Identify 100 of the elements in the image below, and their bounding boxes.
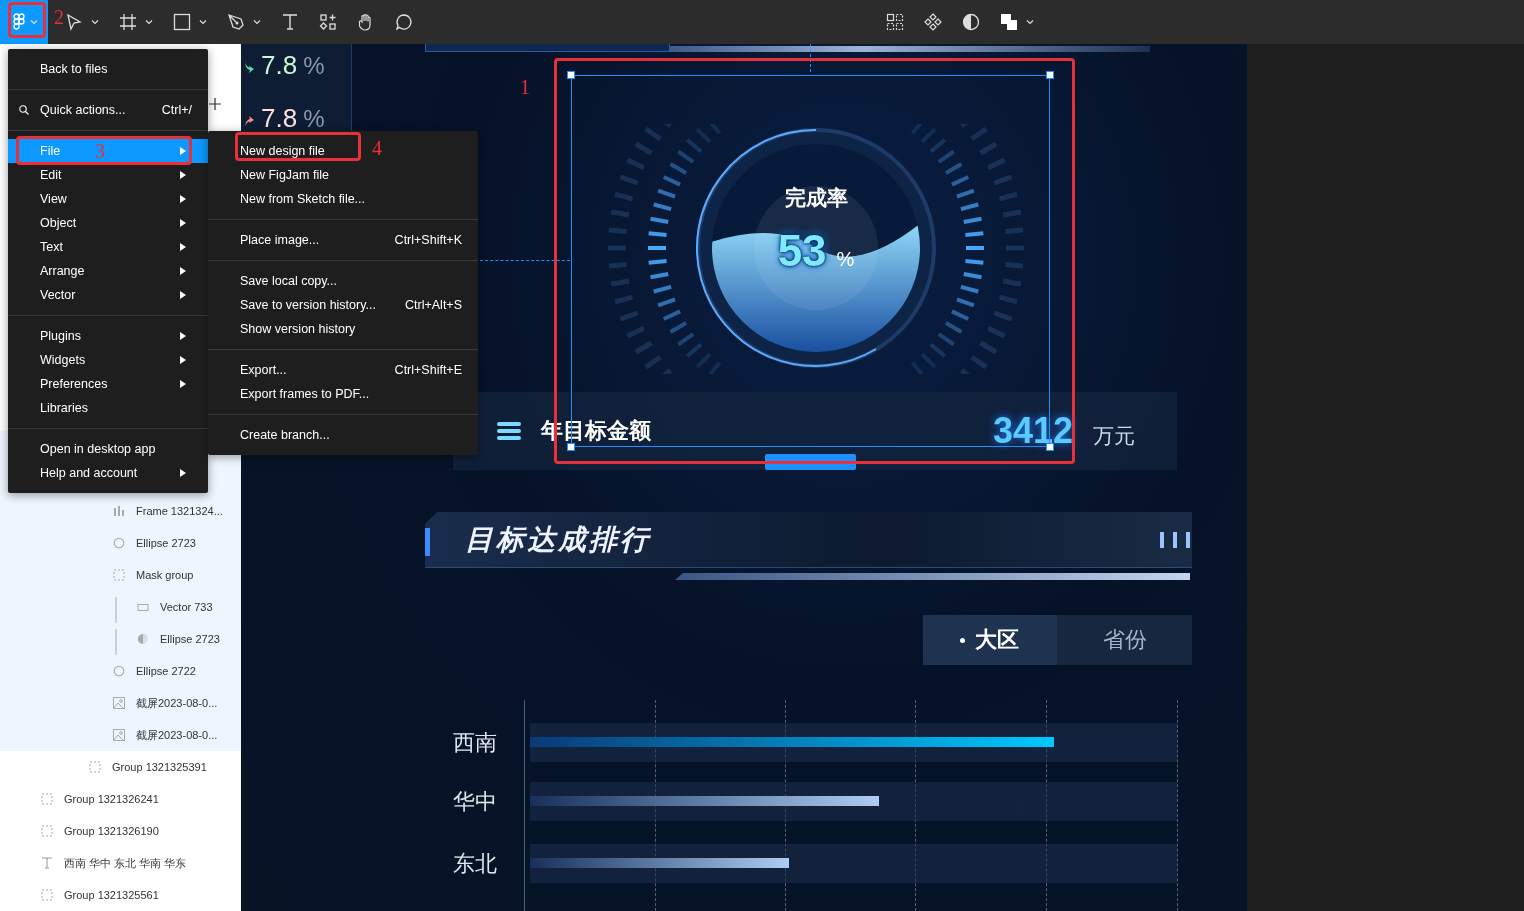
guide-line — [810, 44, 811, 72]
comment-icon[interactable] — [395, 13, 413, 31]
layer-row[interactable]: Group 1321325561 — [0, 879, 241, 911]
text-tool-icon[interactable] — [281, 13, 299, 31]
menu-item[interactable]: Back to files — [8, 57, 208, 81]
layer-row[interactable]: Ellipse 2723 — [0, 623, 241, 655]
frame-icon — [112, 504, 126, 518]
search-icon — [19, 105, 29, 115]
contrast-icon[interactable] — [962, 13, 980, 31]
tab[interactable]: 省份 — [1058, 615, 1192, 665]
region-label: 东北 — [453, 850, 498, 878]
layer-row[interactable]: 截屏2023-08-0... — [0, 687, 241, 719]
caret-icon[interactable] — [91, 19, 99, 25]
menu-item[interactable]: Libraries — [8, 396, 208, 420]
menu-item[interactable]: Show version history — [208, 317, 356, 341]
layer-row[interactable]: 截屏2023-08-0... — [0, 719, 241, 751]
half-circle-icon — [136, 632, 150, 646]
layer-row[interactable]: Frame 1321324... — [0, 495, 241, 527]
layer-name: Group 1321326241 — [64, 793, 159, 805]
text-icon — [40, 856, 54, 870]
menu-item[interactable]: New from Sketch file... — [208, 187, 366, 211]
layer-row[interactable]: Ellipse 2723 — [0, 527, 241, 559]
layer-row[interactable]: Vector 733 — [0, 591, 241, 623]
layer-name: 截屏2023-08-0... — [136, 727, 218, 743]
layer-row[interactable]: Mask group — [0, 559, 241, 591]
menu-item-label: Back to files — [40, 62, 108, 76]
menu-item[interactable]: Widgets — [8, 348, 208, 372]
annotation-number: 4 — [372, 138, 382, 158]
layer-name: Mask group — [136, 569, 194, 581]
menu-item[interactable]: Export frames to PDF... — [208, 382, 370, 406]
plus-icon[interactable] — [209, 98, 221, 110]
layer-name: Ellipse 2723 — [136, 537, 196, 549]
menu-item[interactable]: View — [8, 187, 208, 211]
caret-icon[interactable] — [1026, 19, 1034, 25]
menu-item[interactable]: Text — [8, 235, 208, 259]
menu-item[interactable]: Plugins — [8, 324, 208, 348]
menu-item-label: View — [40, 192, 67, 206]
menu-item-label: New FigJam file — [240, 168, 329, 182]
layer-name: 西南 华中 东北 华南 华东 — [64, 855, 187, 871]
menu-item-label: Export frames to PDF... — [240, 387, 370, 401]
layer-row[interactable]: Group 1321325391 — [0, 751, 241, 783]
menu-item[interactable]: Export... Ctrl+Shift+E — [208, 358, 478, 382]
menu-item-label: Save local copy... — [240, 274, 338, 288]
menu-item-label: Quick actions... — [40, 103, 126, 117]
layer-name: Frame 1321324... — [136, 505, 223, 517]
frame-tool-icon[interactable] — [119, 13, 137, 31]
menu-item[interactable]: Help and account — [8, 461, 208, 485]
menu-item[interactable]: Object — [8, 211, 208, 235]
menu-item[interactable]: Edit — [8, 163, 208, 187]
menu-item[interactable]: New FigJam file — [208, 163, 329, 187]
menu-item[interactable]: Quick actions... Ctrl+/ — [8, 98, 208, 122]
layer-row[interactable]: Ellipse 2722 — [0, 655, 241, 687]
section-title: 目标达成排行 — [465, 522, 651, 557]
component-icon[interactable] — [924, 13, 942, 31]
resources-icon[interactable] — [319, 13, 337, 31]
annotation-number: 1 — [520, 77, 530, 97]
layer-row[interactable]: Group 1321326241 — [0, 783, 241, 815]
layer-name: Vector 733 — [160, 601, 213, 613]
menu-item-label: Preferences — [40, 377, 108, 391]
layer-name: Group 1321325391 — [112, 761, 207, 773]
menu-item[interactable]: New design file — [208, 139, 325, 163]
caret-icon[interactable] — [253, 19, 261, 25]
stat-value: 7.8 — [261, 50, 298, 81]
menu-item[interactable]: Create branch... — [208, 423, 330, 447]
gauge-title: 完成率 — [784, 185, 848, 211]
menu-item-label: Save to version history... — [240, 298, 376, 312]
group-icon — [40, 824, 54, 838]
caret-icon[interactable] — [145, 19, 153, 25]
layer-row[interactable]: 西南 华中 东北 华南 华东 — [0, 847, 241, 879]
layer-name: Group 1321325561 — [64, 889, 159, 901]
menu-item-label: Show version history — [240, 322, 356, 336]
pen-tool-icon[interactable] — [227, 13, 245, 31]
up-arrow-icon — [243, 115, 255, 127]
move-tool-icon[interactable] — [65, 13, 83, 31]
menu-item-label: Open in desktop app — [40, 442, 156, 456]
menu-item[interactable]: Arrange — [8, 259, 208, 283]
grid-icon[interactable] — [886, 13, 904, 31]
caret-icon[interactable] — [199, 19, 207, 25]
tab[interactable]: 大区 — [923, 615, 1057, 665]
rectangle-tool-icon[interactable] — [173, 13, 191, 31]
menu-item-label: Vector — [40, 288, 76, 302]
menu-item[interactable]: Vector — [8, 283, 208, 307]
menu-item-label: Plugins — [40, 329, 81, 343]
annotation-box — [8, 2, 46, 38]
percent-sign: % — [303, 105, 325, 133]
menu-item[interactable]: Preferences — [8, 372, 208, 396]
menu-item[interactable]: Save to version history... Ctrl+Alt+S — [208, 293, 478, 317]
region-label: 华中 — [453, 788, 498, 816]
list-icon — [497, 421, 521, 441]
accent-bar — [425, 528, 430, 556]
layer-row[interactable]: Group 1321326190 — [0, 815, 241, 847]
menu-item-label: Help and account — [40, 466, 138, 480]
menu-item-label: Text — [40, 240, 63, 254]
shortcut-text: Ctrl+/ — [161, 103, 192, 117]
logo-icon — [12, 13, 25, 31]
menu-item[interactable]: Place image... Ctrl+Shift+K — [208, 228, 478, 252]
stat-value: 7.8 — [261, 103, 298, 134]
menu-item[interactable]: Save local copy... — [208, 269, 338, 293]
boolean-icon[interactable] — [1000, 13, 1018, 31]
menu-item[interactable]: Open in desktop app — [8, 437, 208, 461]
